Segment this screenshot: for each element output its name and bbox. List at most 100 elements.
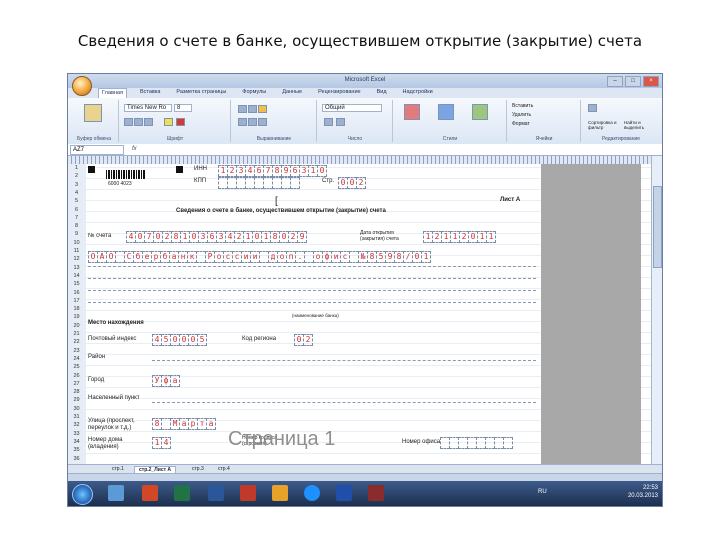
- row-number[interactable]: 21: [68, 331, 85, 337]
- wrap-text-icon[interactable]: [258, 105, 267, 113]
- insert-cells-button[interactable]: Вставить: [512, 103, 533, 109]
- tab-formulas[interactable]: Формулы: [239, 88, 269, 98]
- char-box[interactable]: 2: [303, 334, 313, 346]
- tab-addins[interactable]: Надстройки: [400, 88, 436, 98]
- house-boxes[interactable]: 14: [152, 437, 171, 449]
- row-number[interactable]: 30: [68, 406, 85, 412]
- row-number[interactable]: 12: [68, 256, 85, 262]
- tab-home[interactable]: Главная: [98, 88, 127, 98]
- row-number[interactable]: 14: [68, 273, 85, 279]
- office-button[interactable]: [72, 76, 92, 96]
- page-boxes[interactable]: 002: [338, 177, 366, 189]
- start-button[interactable]: [72, 484, 93, 505]
- tab-review[interactable]: Рецензирование: [315, 88, 363, 98]
- row-number[interactable]: 6: [68, 207, 85, 213]
- number-format-select[interactable]: Общий: [322, 104, 382, 112]
- align-right-icon[interactable]: [258, 118, 267, 126]
- kpp-boxes[interactable]: [218, 177, 300, 189]
- font-color-icon[interactable]: [176, 118, 185, 126]
- app-icon[interactable]: [368, 485, 384, 501]
- row-number[interactable]: 27: [68, 381, 85, 387]
- row-number[interactable]: 23: [68, 348, 85, 354]
- char-box[interactable]: а: [206, 418, 216, 430]
- close-button[interactable]: ×: [643, 76, 659, 87]
- align-left-icon[interactable]: [238, 118, 247, 126]
- row-number[interactable]: 16: [68, 290, 85, 296]
- inn-boxes[interactable]: 123467896310: [218, 165, 327, 177]
- row-number[interactable]: 29: [68, 397, 85, 403]
- row-number[interactable]: 4: [68, 190, 85, 196]
- italic-icon[interactable]: [134, 118, 143, 126]
- row-number[interactable]: 33: [68, 431, 85, 437]
- align-top-icon[interactable]: [238, 105, 247, 113]
- city-boxes[interactable]: Уфа: [152, 375, 180, 387]
- row-number[interactable]: 34: [68, 439, 85, 445]
- sheet-tab-1[interactable]: стр.1: [108, 466, 128, 472]
- date-boxes[interactable]: 12112011: [423, 231, 496, 243]
- sheet-tab-3[interactable]: стр.3: [188, 466, 208, 472]
- char-box[interactable]: 2: [356, 177, 366, 189]
- office-boxes[interactable]: [440, 437, 513, 449]
- maximize-button[interactable]: □: [625, 76, 641, 87]
- char-box[interactable]: 1: [421, 251, 431, 263]
- char-box[interactable]: 1: [486, 231, 496, 243]
- delete-cells-button[interactable]: Удалить: [512, 112, 531, 118]
- format-table-icon[interactable]: [438, 104, 454, 120]
- char-box[interactable]: [503, 437, 513, 449]
- format-cells-button[interactable]: Формат: [512, 121, 530, 127]
- paste-icon[interactable]: [84, 104, 102, 122]
- row-number[interactable]: 22: [68, 339, 85, 345]
- tab-data[interactable]: Данные: [279, 88, 305, 98]
- row-number[interactable]: 10: [68, 240, 85, 246]
- row-number[interactable]: 1: [68, 165, 85, 171]
- conditional-format-icon[interactable]: [404, 104, 420, 120]
- find-select-button[interactable]: Найти и выделить: [624, 120, 658, 130]
- row-number[interactable]: 28: [68, 389, 85, 395]
- char-box[interactable]: 4: [161, 437, 171, 449]
- row-number[interactable]: 31: [68, 414, 85, 420]
- name-box[interactable]: AZ7: [70, 145, 124, 155]
- bank-name-boxes[interactable]: О А О Сб е р б а н к Ро с с и и д о п. о ф и с № 8 5 9 8/0 1: [88, 251, 431, 263]
- align-center-icon[interactable]: [248, 118, 257, 126]
- align-middle-icon[interactable]: [248, 105, 257, 113]
- char-box[interactable]: а: [170, 375, 180, 387]
- clock[interactable]: 22:53 20.03.2013: [628, 484, 658, 500]
- explorer-icon[interactable]: [108, 485, 124, 501]
- row-number[interactable]: 20: [68, 323, 85, 329]
- folder-icon[interactable]: [272, 485, 288, 501]
- row-number[interactable]: 32: [68, 422, 85, 428]
- row-number[interactable]: 7: [68, 215, 85, 221]
- acrobat-icon[interactable]: [240, 485, 256, 501]
- autosum-icon[interactable]: [588, 104, 597, 112]
- underline-icon[interactable]: [144, 118, 153, 126]
- row-number[interactable]: 35: [68, 447, 85, 453]
- powerpoint-icon[interactable]: [142, 485, 158, 501]
- row-number[interactable]: 17: [68, 298, 85, 304]
- row-number[interactable]: 36: [68, 456, 85, 462]
- font-size-select[interactable]: 8: [174, 104, 192, 112]
- char-box[interactable]: 0: [317, 165, 327, 177]
- scroll-thumb[interactable]: [653, 186, 662, 268]
- row-number[interactable]: 9: [68, 231, 85, 237]
- row-number[interactable]: 13: [68, 265, 85, 271]
- char-box[interactable]: 9: [297, 231, 307, 243]
- row-number[interactable]: 11: [68, 248, 85, 254]
- bold-icon[interactable]: [124, 118, 133, 126]
- account-boxes[interactable]: 40702810363421018029: [126, 231, 307, 243]
- char-box[interactable]: [290, 177, 300, 189]
- internet-explorer-icon[interactable]: [304, 485, 320, 501]
- tab-page-layout[interactable]: Разметка страницы: [173, 88, 229, 98]
- region-boxes[interactable]: 02: [294, 334, 313, 346]
- percent-icon[interactable]: [324, 118, 333, 126]
- row-number[interactable]: 3: [68, 182, 85, 188]
- minimize-button[interactable]: –: [607, 76, 623, 87]
- sort-filter-button[interactable]: Сортировка и фильтр: [588, 120, 622, 130]
- tab-insert[interactable]: Вставка: [137, 88, 163, 98]
- fill-color-icon[interactable]: [164, 118, 173, 126]
- row-number[interactable]: 24: [68, 356, 85, 362]
- street-boxes[interactable]: 8Марта: [152, 418, 216, 430]
- cell-styles-icon[interactable]: [472, 104, 488, 120]
- sheet-tab-4[interactable]: стр.4: [214, 466, 234, 472]
- vertical-scrollbar[interactable]: [651, 156, 662, 464]
- row-number[interactable]: 19: [68, 314, 85, 320]
